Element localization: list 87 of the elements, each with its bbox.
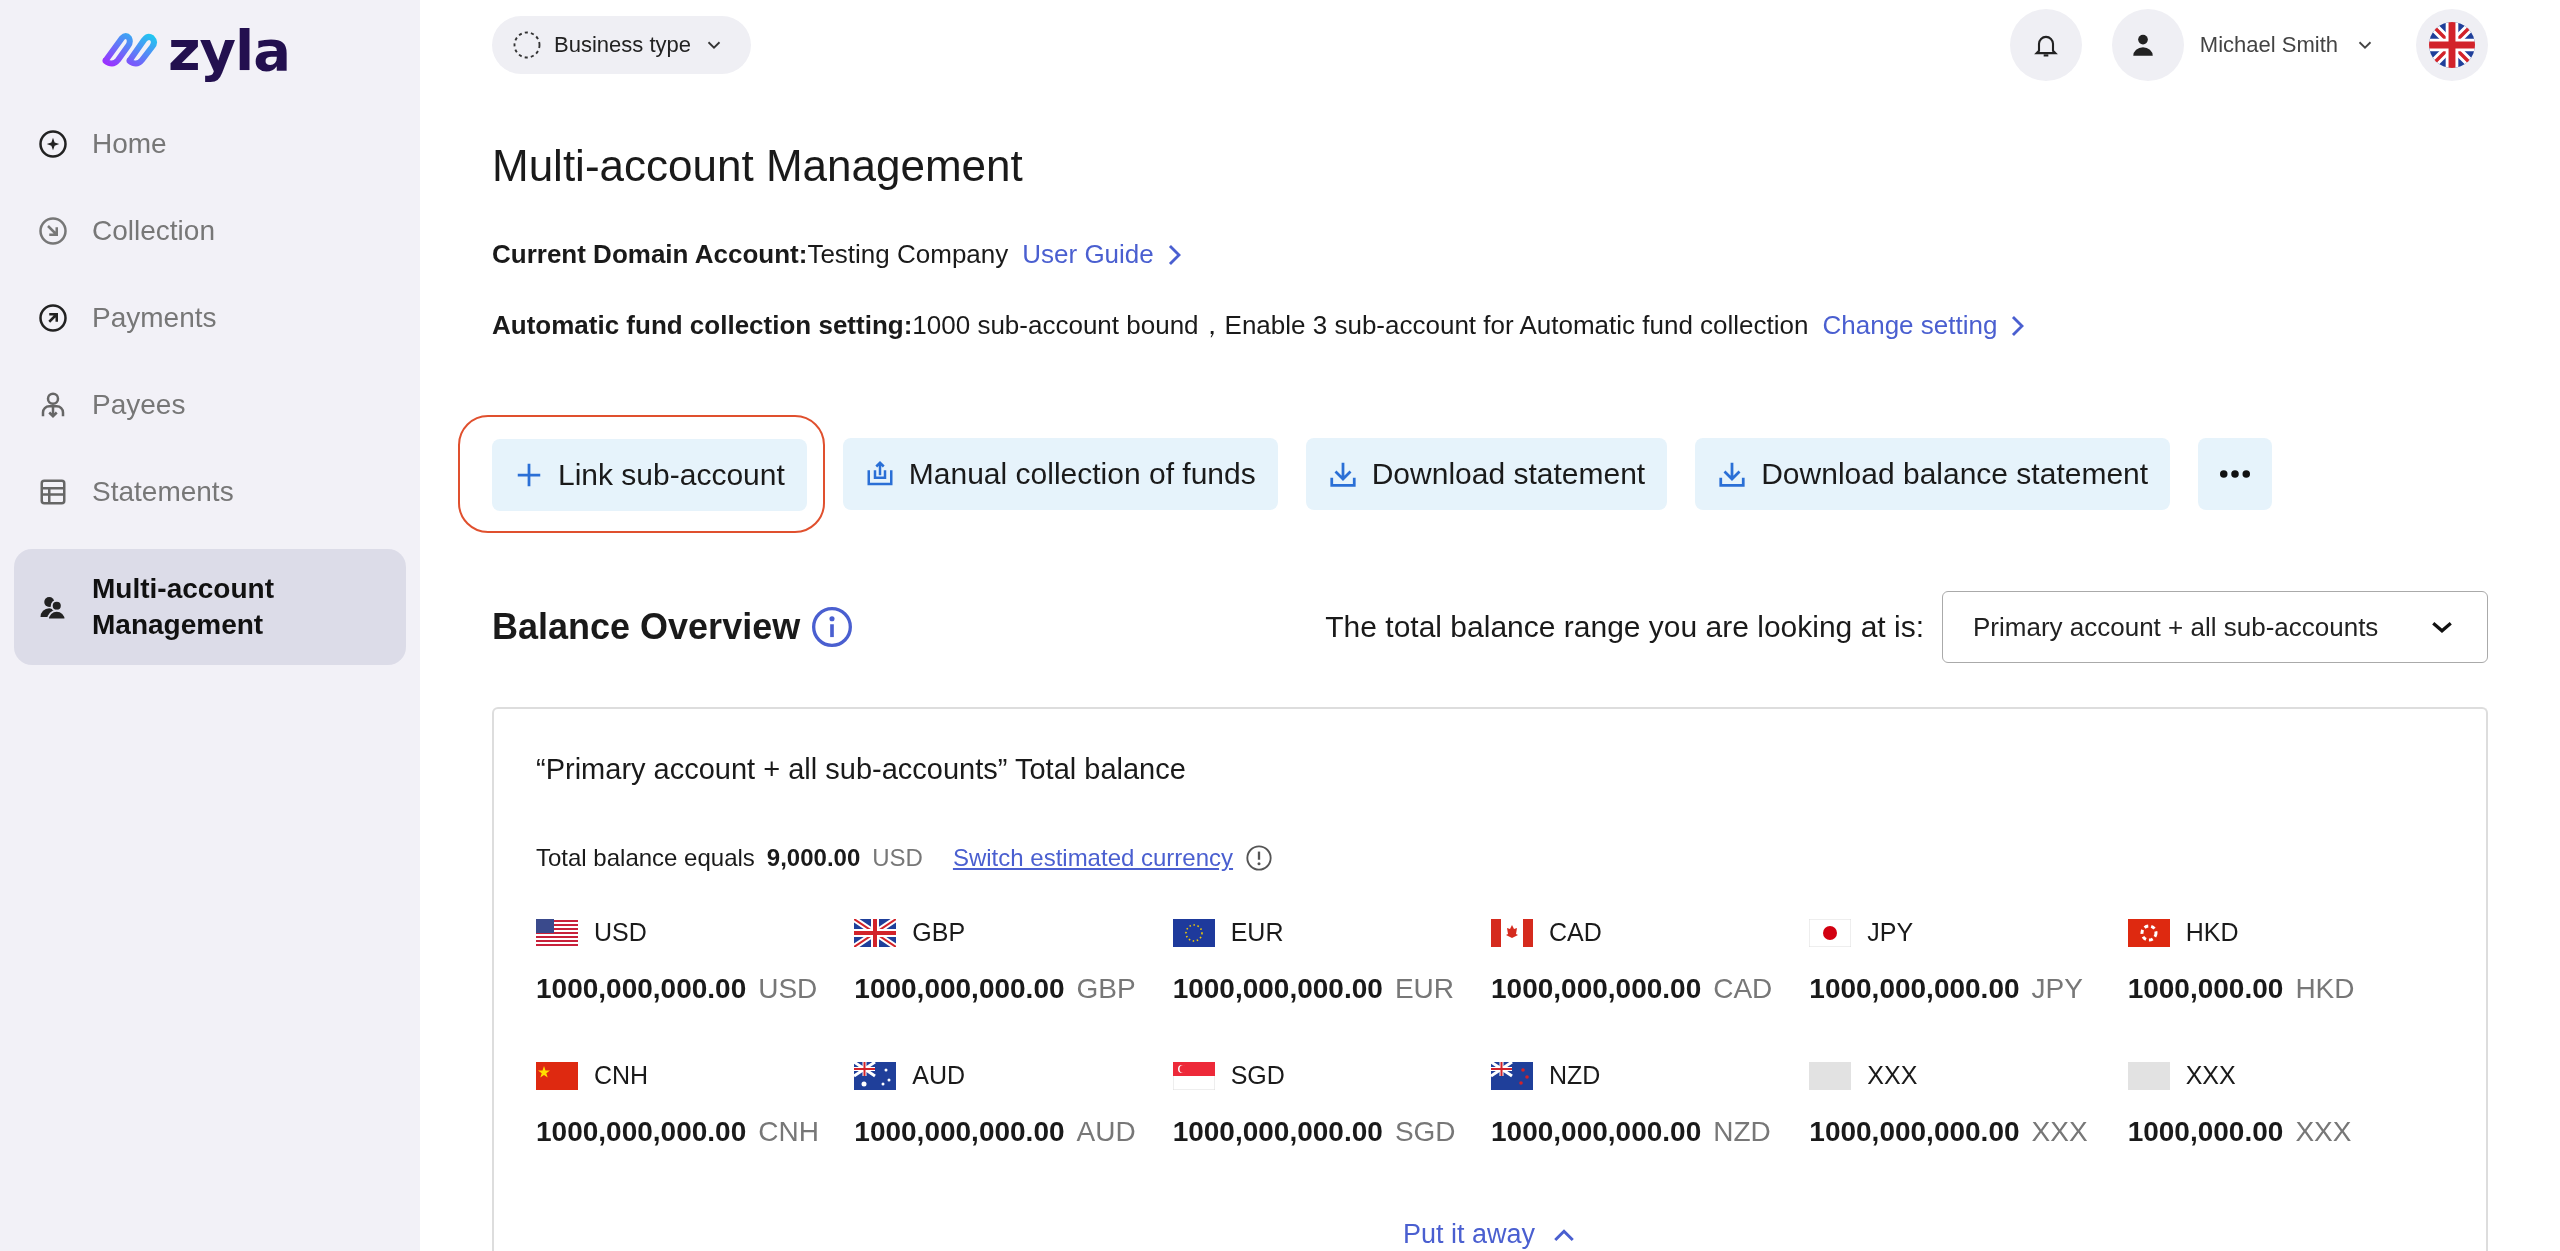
currency-code: HKD [2185,918,2239,947]
currency-unit: EUR [1394,973,1454,1005]
currency-amount: 1000,000,000.00 [1491,1116,1702,1148]
section-title: Balance Overview [492,606,801,648]
flag-icon [2127,918,2170,947]
more-button[interactable] [2198,438,2273,510]
dashed-circle-icon [512,29,542,60]
currency-amount: 1000,000.00 [2127,1116,2284,1148]
sidebar-item[interactable]: Multi-account Management [14,549,406,665]
currency-unit: NZD [1713,1116,1771,1148]
currency-code: CAD [1549,918,1602,947]
currency-unit: USD [758,973,818,1005]
change-setting-link[interactable]: Change setting [1822,310,1998,341]
action-button[interactable]: Link sub-account [492,439,807,511]
currency-code: CNH [594,1061,649,1090]
flag-placeholder-icon [2127,1061,2170,1090]
currency-code: JPY [1867,918,1914,947]
flag-icon [1809,918,1852,947]
home-icon [38,128,68,159]
flag-icon [1172,1061,1215,1090]
currency-unit: SGD [1394,1116,1456,1148]
total-label: Total balance equals [536,844,755,872]
currency-unit: XXX [2031,1116,2088,1148]
user-guide-link[interactable]: User Guide [1022,239,1154,270]
flag-placeholder-icon [1809,1061,1852,1090]
flag-icon [854,1061,897,1090]
total-amount: 9,000.00 [766,844,861,872]
action-button[interactable]: Manual collection of funds [842,438,1278,510]
chevron-right-icon [2011,314,2025,337]
flag-icon [1491,1061,1533,1090]
uk-flag-icon [2429,21,2475,68]
action-button[interactable]: Download balance statement [1695,438,2171,510]
flag-icon [1491,918,1533,947]
currency-amount: 1000,000,000.00 [1809,1116,2020,1148]
page-title: Multi-account Management [492,141,1024,191]
flag-icon [1172,918,1215,947]
range-select[interactable]: Primary account + all sub-accounts [1942,591,2488,663]
currency-amount: 1000,000,000.00 [536,973,747,1005]
currency-amount: 1000,000,000.00 [1172,973,1383,1005]
chevron-right-icon [1167,243,1181,266]
currency-unit: AUD [1076,1116,1136,1148]
currency-amount: 1000,000,000.00 [1491,973,1702,1005]
info-text: Current Domain Account:Testing Company [492,239,1009,270]
currency-unit: GBP [1076,973,1136,1005]
alert-icon [1245,844,1274,872]
currency-unit: CAD [1713,973,1773,1005]
user-menu[interactable]: Michael Smith [2111,8,2386,81]
sidebar-item[interactable]: Payments [14,274,406,361]
currency-unit: JPY [2031,973,2083,1005]
range-label: The total balance range you are looking at is: [1325,610,1924,644]
sidebar-item[interactable]: Statements [14,448,406,535]
currency-code: GBP [912,918,966,947]
currency-amount: 1000,000.00 [2127,973,2284,1005]
action-button[interactable]: Download statement [1305,438,1668,510]
more-icon [2220,469,2251,479]
logo-text: zyla [167,17,291,83]
info-icon [810,605,855,649]
currency-unit: HKD [2295,973,2355,1005]
sidebar-item[interactable]: Collection [14,187,406,274]
currency-code: XXX [1867,1061,1918,1090]
switch-currency-link[interactable]: Switch estimated currency [952,844,1234,872]
flag-icon [854,918,897,947]
sidebar-item[interactable]: Home [14,100,406,187]
currency-code: EUR [1230,918,1284,947]
business-type-dropdown[interactable]: Business type [492,15,751,74]
user-name: Michael Smith [2199,31,2338,58]
flag-icon [536,1061,578,1090]
currency-code: USD [594,918,647,947]
currency-code: NZD [1549,1061,1601,1090]
currency-code: SGD [1230,1061,1285,1090]
currency-amount: 1000,000,000.00 [854,1116,1065,1148]
arrow-out-circle-icon [38,302,68,333]
currency-amount: 1000,000,000.00 [536,1116,747,1148]
currency-unit: XXX [2295,1116,2352,1148]
flag-icon [536,918,578,947]
total-currency: USD [872,844,923,872]
currency-code: AUD [912,1061,966,1090]
collapse-button[interactable]: Put it away [1396,1218,1586,1251]
currency-unit: CNH [758,1116,819,1148]
card-title: “Primary account + all sub-accounts” Total balance [536,753,1187,786]
arrow-in-circle-icon [38,215,68,246]
sidebar-item[interactable]: Payees [14,361,406,448]
currency-amount: 1000,000,000.00 [1172,1116,1383,1148]
currency-code: XXX [2185,1061,2236,1090]
info-text: Automatic fund collection setting:1000 sub-account bound，Enable 3 sub-account for Automatic fund collection [492,309,1809,342]
currency-amount: 1000,000,000.00 [1809,973,2020,1005]
currency-amount: 1000,000,000.00 [854,973,1065,1005]
